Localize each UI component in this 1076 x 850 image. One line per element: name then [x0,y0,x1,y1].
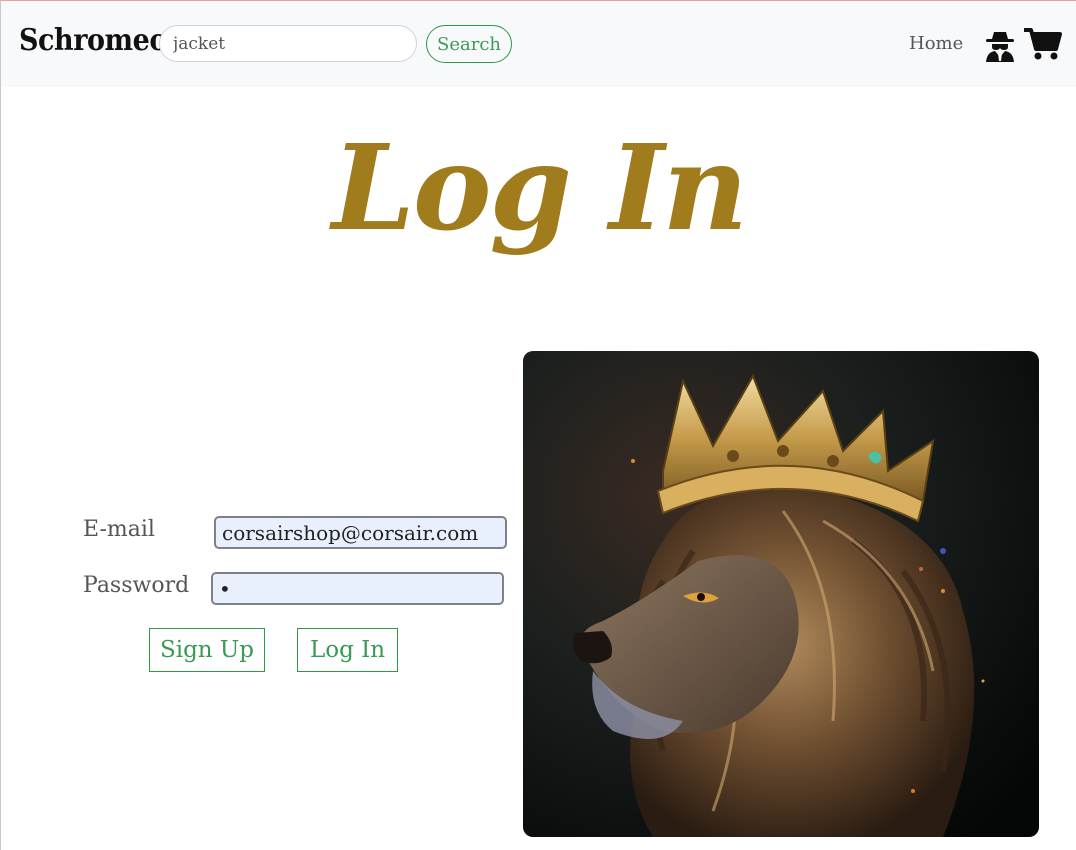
nav-home-link[interactable]: Home [909,33,963,54]
lion-illustration [523,351,1039,837]
sign-up-button[interactable]: Sign Up [149,628,265,672]
password-label: Password [83,573,190,598]
page-title: Log In [331,118,748,257]
email-label: E-mail [83,517,155,542]
cart-icon[interactable] [1024,27,1062,61]
email-field[interactable] [214,516,507,549]
lion-hero-image [523,351,1039,837]
brand-logo[interactable]: Schromeo [19,23,167,58]
search-input[interactable] [159,25,417,62]
log-in-button[interactable]: Log In [297,628,398,672]
search-button[interactable]: Search [426,25,512,63]
navbar: Schromeo Search Home [1,1,1076,87]
spy-icon[interactable] [983,28,1017,62]
password-field[interactable] [211,572,504,605]
